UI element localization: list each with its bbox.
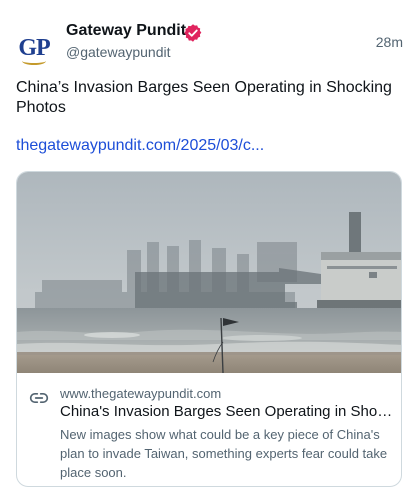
post-text: China’s Invasion Barges Seen Operating i…: [16, 79, 392, 116]
card-title[interactable]: China's Invasion Barges Seen Operating i…: [60, 403, 394, 420]
link-icon: [29, 393, 49, 403]
author-handle[interactable]: @gatewaypundit: [66, 44, 171, 60]
card-domain: www.thegatewaypundit.com: [60, 386, 222, 401]
card-meta[interactable]: www.thegatewaypundit.com China's Invasio…: [17, 373, 401, 486]
post-link[interactable]: thegatewaypundit.com/2025/03/c...: [16, 137, 264, 155]
verified-badge-icon: [184, 24, 202, 42]
card-description: New images show what could be a key piec…: [60, 427, 388, 480]
avatar[interactable]: GP: [14, 28, 54, 68]
author-name[interactable]: Gateway Pundit: [66, 22, 186, 40]
avatar-swoosh: [22, 57, 46, 65]
card-image: [17, 172, 401, 373]
post-timestamp[interactable]: 28m: [376, 34, 403, 50]
link-preview-card[interactable]: www.thegatewaypundit.com China's Invasio…: [16, 171, 402, 487]
post[interactable]: GP Gateway Pundit @gatewaypundit 28m Chi…: [0, 0, 419, 500]
